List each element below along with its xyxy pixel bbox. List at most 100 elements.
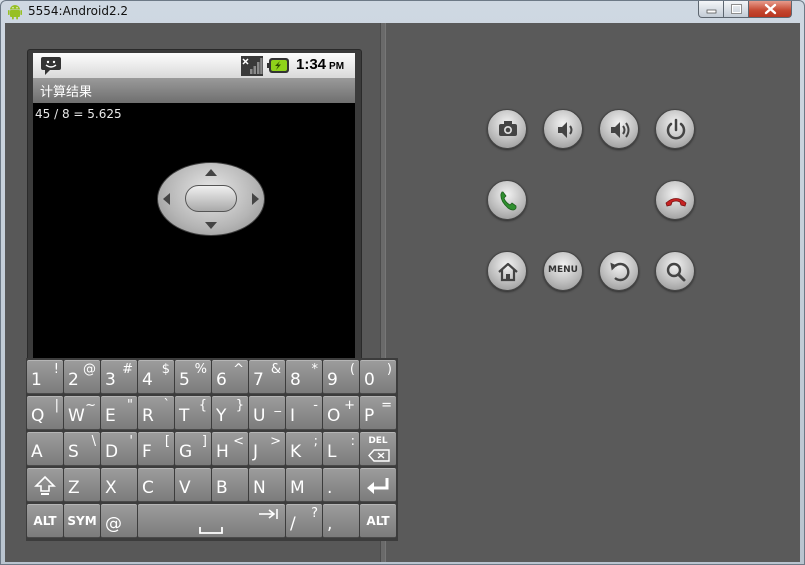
key-at[interactable]: @ bbox=[101, 504, 137, 538]
key-alt-label: ! bbox=[53, 362, 59, 377]
key-h[interactable]: H < bbox=[212, 432, 248, 466]
call-icon bbox=[500, 191, 517, 211]
key-sym[interactable]: SYM bbox=[64, 504, 100, 538]
space-icon bbox=[199, 527, 223, 534]
clock-ampm: PM bbox=[329, 61, 345, 72]
key-slash[interactable]: /? bbox=[286, 504, 322, 538]
key-9[interactable]: 9( bbox=[323, 360, 359, 394]
key-alt-label: + bbox=[344, 398, 355, 413]
end-call-button[interactable] bbox=[655, 180, 695, 220]
key-0[interactable]: 0) bbox=[360, 360, 396, 394]
key-alt-label: # bbox=[122, 362, 133, 377]
dpad-right-icon[interactable] bbox=[249, 191, 261, 207]
home-icon bbox=[498, 262, 518, 282]
call-button[interactable] bbox=[487, 180, 527, 220]
key-r[interactable]: R ` bbox=[138, 396, 174, 430]
key-8[interactable]: 8 * bbox=[286, 360, 322, 394]
menu-button[interactable]: MENU bbox=[543, 251, 583, 291]
volume-up-button[interactable] bbox=[599, 109, 639, 149]
key-alt-label: & bbox=[270, 362, 281, 377]
dpad-center-button[interactable] bbox=[185, 185, 237, 212]
emulator-window: 5554:Android2.2 1:34 PM 计算结果 45 / 8 = 5.… bbox=[0, 0, 805, 565]
key-alt-label: < bbox=[233, 434, 244, 449]
key-label: Q bbox=[31, 406, 45, 426]
dpad-up-icon[interactable] bbox=[203, 167, 219, 179]
camera-button[interactable] bbox=[487, 109, 527, 149]
key-x[interactable]: X bbox=[101, 468, 137, 502]
key-label: SYM bbox=[67, 514, 97, 528]
key-enter[interactable] bbox=[360, 468, 396, 502]
minimize-button[interactable] bbox=[698, 1, 724, 18]
key-period[interactable]: . bbox=[323, 468, 359, 502]
dpad[interactable] bbox=[157, 162, 265, 236]
key-comma[interactable]: , bbox=[323, 504, 359, 538]
home-button[interactable] bbox=[487, 251, 527, 291]
end-call-icon bbox=[665, 198, 687, 207]
signal-icon bbox=[241, 56, 263, 76]
key-4[interactable]: 4 $ bbox=[138, 360, 174, 394]
search-button[interactable] bbox=[655, 251, 695, 291]
key-alt-label: ^ bbox=[233, 362, 244, 377]
dpad-left-icon[interactable] bbox=[161, 191, 173, 207]
key-t[interactable]: T{ bbox=[175, 396, 211, 430]
key-7[interactable]: 7 & bbox=[249, 360, 285, 394]
key-y[interactable]: Y} bbox=[212, 396, 248, 430]
notification-icon bbox=[41, 57, 61, 75]
key-o[interactable]: O + bbox=[323, 396, 359, 430]
key-l[interactable]: L: bbox=[323, 432, 359, 466]
key-6[interactable]: 6 ^ bbox=[212, 360, 248, 394]
key-m[interactable]: M bbox=[286, 468, 322, 502]
result-text: 45 / 8 = 5.625 bbox=[35, 107, 122, 121]
key-label: N bbox=[253, 478, 266, 498]
key-alt-left[interactable]: ALT bbox=[27, 504, 63, 538]
close-icon bbox=[764, 3, 777, 15]
key-e[interactable]: E " bbox=[101, 396, 137, 430]
power-button[interactable] bbox=[655, 109, 695, 149]
key-del[interactable]: DEL bbox=[360, 432, 396, 466]
key-space[interactable] bbox=[138, 504, 285, 538]
key-shift[interactable] bbox=[27, 468, 63, 502]
back-button[interactable] bbox=[599, 251, 639, 291]
key-5[interactable]: 5% bbox=[175, 360, 211, 394]
key-p[interactable]: P = bbox=[360, 396, 396, 430]
title-bar[interactable]: 5554:Android2.2 bbox=[1, 1, 804, 23]
key-v[interactable]: V bbox=[175, 468, 211, 502]
key-1[interactable]: 1! bbox=[27, 360, 63, 394]
key-g[interactable]: G] bbox=[175, 432, 211, 466]
key-alt-right[interactable]: ALT bbox=[360, 504, 396, 538]
maximize-button[interactable] bbox=[723, 1, 749, 18]
volume-down-icon bbox=[558, 122, 573, 138]
key-label: F bbox=[142, 442, 152, 462]
key-b[interactable]: B bbox=[212, 468, 248, 502]
dpad-down-icon[interactable] bbox=[203, 219, 219, 231]
key-f[interactable]: F[ bbox=[138, 432, 174, 466]
key-u[interactable]: U _ bbox=[249, 396, 285, 430]
key-label: A bbox=[31, 442, 43, 462]
key-label: @ bbox=[105, 514, 122, 534]
key-q[interactable]: Q | bbox=[27, 396, 63, 430]
power-icon bbox=[666, 118, 686, 140]
key-d[interactable]: D ' bbox=[101, 432, 137, 466]
key-label: I bbox=[290, 406, 296, 426]
key-w[interactable]: W ~ bbox=[64, 396, 100, 430]
key-c[interactable]: C bbox=[138, 468, 174, 502]
key-label: X bbox=[105, 478, 117, 498]
status-bar[interactable]: 1:34 PM bbox=[33, 53, 355, 78]
key-a[interactable]: A bbox=[27, 432, 63, 466]
key-s[interactable]: S \ bbox=[64, 432, 100, 466]
key-j[interactable]: J > bbox=[249, 432, 285, 466]
volume-down-button[interactable] bbox=[543, 109, 583, 149]
key-alt-label: * bbox=[311, 362, 319, 377]
key-label: M bbox=[290, 478, 305, 498]
key-label: E bbox=[105, 406, 116, 426]
key-2[interactable]: 2 @ bbox=[64, 360, 100, 394]
key-label: B bbox=[216, 478, 228, 498]
key-k[interactable]: K; bbox=[286, 432, 322, 466]
key-i[interactable]: I- bbox=[286, 396, 322, 430]
key-label: Z bbox=[68, 478, 80, 498]
key-z[interactable]: Z bbox=[64, 468, 100, 502]
key-n[interactable]: N bbox=[249, 468, 285, 502]
key-label: . bbox=[327, 478, 333, 498]
key-3[interactable]: 3 # bbox=[101, 360, 137, 394]
close-button[interactable] bbox=[748, 1, 792, 18]
